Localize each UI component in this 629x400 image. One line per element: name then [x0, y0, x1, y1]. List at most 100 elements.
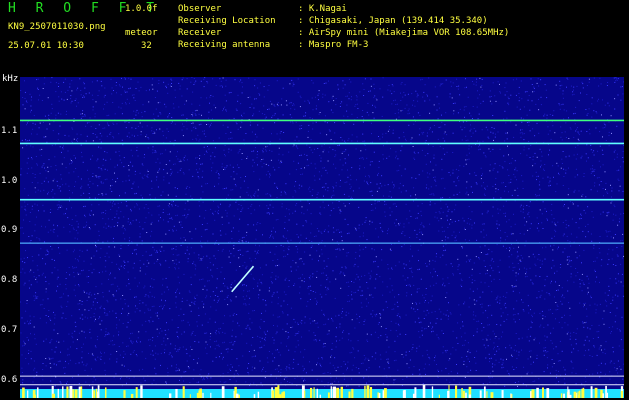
baseline-spike [330, 386, 332, 398]
baseline-spike [461, 387, 463, 398]
baseline-spike [384, 388, 387, 398]
baseline-spike [257, 391, 260, 398]
baseline-spike [412, 393, 416, 398]
baseline-spike [462, 390, 465, 398]
version-label: 1.0.0f [125, 4, 158, 14]
baseline-spike [600, 389, 603, 398]
spectrogram-canvas [20, 77, 624, 398]
baseline-spike [348, 391, 351, 398]
baseline-spike [606, 392, 609, 398]
baseline-spike [104, 387, 107, 398]
y-axis-unit: kHz [2, 74, 19, 84]
y-tick: 0.7 [1, 325, 18, 335]
baseline-spike [33, 394, 37, 398]
y-tick: 0.9 [1, 225, 18, 235]
hrofft-window: H R O F F T 1.0.0f KN9_2507011030.png me… [0, 0, 629, 400]
baseline-spike [57, 388, 59, 398]
baseline-spike [316, 388, 318, 398]
baseline-spike [378, 393, 381, 398]
y-tick: 1.0 [1, 176, 18, 186]
baseline-spike [304, 390, 306, 398]
baseline-spike [169, 393, 172, 398]
baseline-spike [135, 387, 138, 398]
baseline-spike [530, 391, 532, 398]
antenna-key: Receiving antenna [178, 40, 271, 50]
baseline-spike [404, 392, 406, 398]
baseline-spike [620, 390, 623, 398]
y-tick: 1.1 [1, 126, 18, 136]
baseline-spike [369, 387, 373, 398]
baseline-spike [490, 392, 494, 398]
baseline-spike [97, 385, 100, 398]
baseline-spike [274, 387, 278, 398]
baseline-spike [563, 393, 565, 398]
receiver-key: Receiver [178, 28, 222, 38]
baseline-spike [189, 394, 191, 398]
baseline-spike [382, 390, 385, 398]
datetime-label: 25.07.01 10:30 [8, 41, 84, 51]
antenna-value: : Maspro FM-3 [298, 40, 369, 50]
baseline-spike [66, 386, 69, 398]
observer-value: : K.Nagai [298, 4, 347, 14]
baseline-spike [479, 390, 482, 398]
observer-key: Observer [178, 4, 222, 14]
baseline-spike [605, 385, 607, 398]
count-label: 32 [141, 41, 152, 51]
baseline-spike [95, 388, 98, 398]
baseline-spike [221, 386, 225, 398]
baseline-spike [468, 394, 471, 398]
baseline-spike [602, 393, 604, 398]
baseline-spike [364, 385, 366, 398]
baseline-spike [235, 393, 239, 398]
baseline-spike [91, 386, 94, 398]
baseline-spike [465, 392, 467, 398]
baseline-spike [253, 394, 256, 398]
baseline-spike [80, 386, 83, 398]
y-tick: 0.6 [1, 375, 18, 385]
baseline-spike [510, 393, 512, 398]
baseline-spike [594, 387, 598, 398]
plot-background [20, 77, 624, 398]
baseline-spike [455, 385, 458, 398]
baseline-spike [313, 387, 315, 398]
baseline-spike [501, 390, 504, 398]
baseline-spike [72, 389, 75, 398]
baseline-spike [22, 387, 25, 398]
baseline-spike [438, 394, 440, 398]
baseline-spike [422, 385, 426, 398]
baseline-spike [27, 390, 29, 398]
baseline-spike [447, 390, 450, 398]
baseline-spike [542, 387, 544, 398]
baseline-spike [569, 394, 572, 398]
baseline-spike [36, 387, 39, 398]
baseline-spike [175, 388, 178, 398]
baseline-spike [340, 386, 343, 398]
baseline-spike [536, 387, 539, 398]
baseline-spike [560, 393, 563, 398]
baseline-spike [74, 389, 78, 398]
baseline-spike [69, 386, 73, 398]
location-key: Receiving Location [178, 16, 276, 26]
baseline-spike [582, 387, 585, 398]
baseline-spike [483, 386, 486, 398]
baseline-spike [577, 394, 580, 398]
baseline-spike [52, 393, 55, 398]
baseline-spike [271, 390, 275, 398]
baseline-spike [198, 390, 200, 398]
baseline-spike [123, 390, 126, 398]
receiver-value: : AirSpy mini (Miakejima VOR 108.65MHz) [298, 28, 510, 38]
baseline-spike [140, 385, 143, 398]
baseline-spike [531, 389, 535, 398]
baseline-spike [590, 386, 593, 398]
baseline-spike [327, 392, 330, 398]
baseline-spike [282, 391, 286, 398]
baseline-spike [546, 388, 550, 398]
baseline-spike [319, 394, 321, 398]
baseline-spike [431, 386, 434, 398]
spectrogram-plot [20, 77, 624, 398]
baseline-spike [93, 390, 96, 398]
baseline-spike [486, 391, 488, 398]
baseline-spike [278, 394, 282, 398]
baseline-spike [402, 390, 405, 398]
filename-label: KN9_2507011030.png [8, 22, 106, 32]
